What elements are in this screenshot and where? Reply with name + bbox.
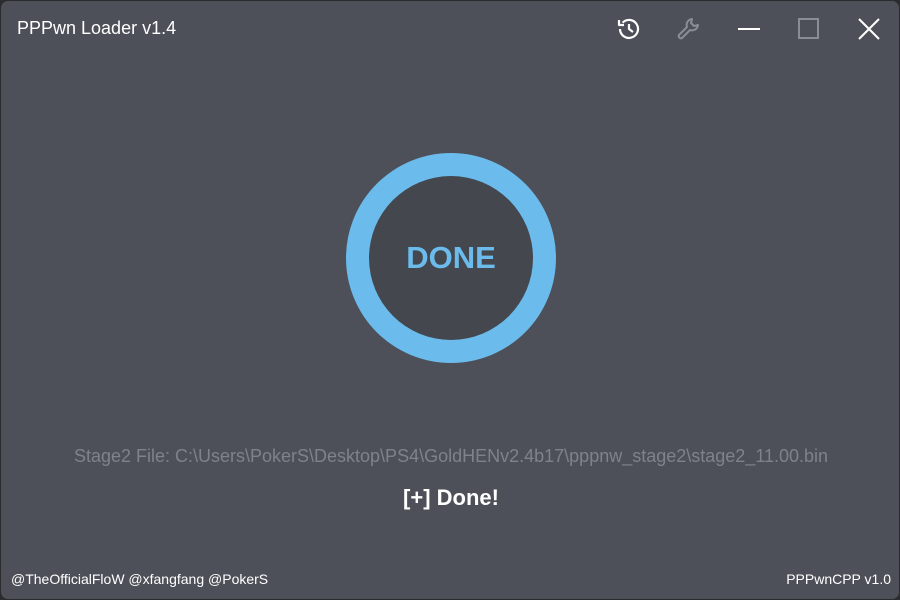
stage2-file-path: Stage2 File: C:\Users\PokerS\Desktop\PS4… xyxy=(73,446,829,466)
maximize-icon xyxy=(798,18,819,39)
minimize-icon xyxy=(738,28,760,30)
credits: @TheOfficialFloW @xfangfang @PokerS xyxy=(11,571,269,587)
window-title: PPPwn Loader v1.4 xyxy=(17,18,177,38)
maximize-button[interactable] xyxy=(789,11,829,47)
version-label: PPPwnCPP v1.0 xyxy=(786,571,891,587)
history-icon xyxy=(617,18,640,39)
close-button[interactable] xyxy=(849,11,889,47)
settings-button[interactable] xyxy=(669,11,709,47)
status-circle: DONE xyxy=(369,176,533,340)
minimize-button[interactable] xyxy=(729,11,769,47)
status-ring: DONE xyxy=(346,153,556,363)
wrench-icon xyxy=(677,18,699,40)
app-window: PPPwn Loader v1.4 DONE Stage2 File: C:\U… xyxy=(0,0,900,600)
status-circle-label: DONE xyxy=(406,240,496,275)
history-button[interactable] xyxy=(609,11,649,47)
status-message: [+] Done! xyxy=(403,485,499,510)
close-icon xyxy=(858,18,880,40)
